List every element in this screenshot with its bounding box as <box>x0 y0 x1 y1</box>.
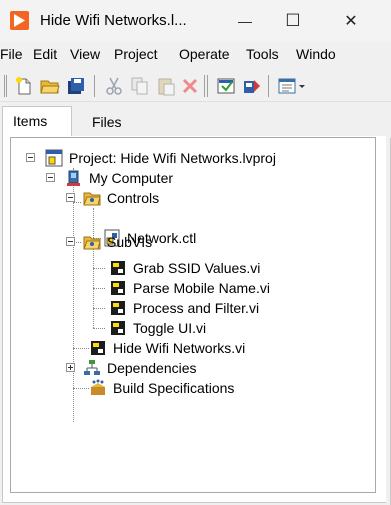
toolbar <box>0 68 391 102</box>
tab-strip: Items Files <box>0 102 391 139</box>
title-bar[interactable]: Hide Wifi Networks.l... — ☐ ✕ <box>0 0 391 42</box>
vi-file-icon <box>109 259 127 277</box>
menu-operate[interactable]: Operate <box>179 46 230 62</box>
tree-item-parse-mobile[interactable]: Parse Mobile Name.vi <box>109 278 270 298</box>
build-icon[interactable] <box>216 76 236 96</box>
tree-item-label: My Computer <box>89 170 174 186</box>
tree-item-label: Dependencies <box>107 360 197 376</box>
tree-line <box>93 308 105 309</box>
view-dropdown-icon[interactable] <box>278 76 306 96</box>
toolbar-separator <box>204 75 208 97</box>
build-specifications-icon <box>89 379 107 397</box>
close-button[interactable]: ✕ <box>328 0 374 42</box>
tree-item-build-specs[interactable]: Build Specifications <box>89 378 234 398</box>
menu-edit[interactable]: Edit <box>33 46 57 62</box>
dependencies-icon <box>83 359 101 377</box>
menu-file[interactable]: File <box>0 46 23 62</box>
vi-file-icon <box>109 319 127 337</box>
project-tree[interactable]: Project: Hide Wifi Networks.lvproj My Co… <box>10 137 376 493</box>
tree-item-subvis[interactable]: SubVIs <box>83 232 152 252</box>
vi-file-icon <box>89 339 107 357</box>
tree-item-label: Build Specifications <box>113 380 235 396</box>
tree-item-project[interactable]: Project: Hide Wifi Networks.lvproj <box>45 148 276 168</box>
tree-line <box>73 180 74 422</box>
cut-icon[interactable] <box>104 76 124 96</box>
menu-view[interactable]: View <box>70 46 100 62</box>
tree-line <box>73 202 81 203</box>
tree-item-toggle-ui[interactable]: Toggle UI.vi <box>109 318 206 338</box>
tree-line <box>93 328 105 329</box>
copy-icon[interactable] <box>130 76 150 96</box>
tree-line <box>93 268 105 269</box>
toolbar-grip[interactable] <box>4 75 7 97</box>
tree-item-process-filter[interactable]: Process and Filter.vi <box>109 298 259 318</box>
tree-item-label: Hide Wifi Networks.vi <box>113 340 246 356</box>
maximize-button[interactable]: ☐ <box>270 0 316 42</box>
project-explorer-window: Hide Wifi Networks.l... — ☐ ✕ File Edit … <box>0 0 391 505</box>
collapse-project-icon[interactable] <box>26 153 35 162</box>
tab-files-label: Files <box>92 114 122 130</box>
vi-file-icon <box>109 279 127 297</box>
menu-project[interactable]: Project <box>114 46 158 62</box>
minimize-button[interactable]: — <box>222 0 268 42</box>
tree-item-hide-wifi-vi[interactable]: Hide Wifi Networks.vi <box>89 338 245 358</box>
tree-item-dependencies[interactable]: Dependencies <box>83 358 197 378</box>
maximize-icon: ☐ <box>285 11 301 30</box>
labview-app-icon <box>10 11 29 30</box>
tab-items-label: Items <box>13 113 48 129</box>
tab-items[interactable]: Items <box>2 106 72 139</box>
expand-dependencies-icon[interactable] <box>66 363 75 372</box>
tree-line <box>93 288 105 289</box>
save-all-icon[interactable] <box>66 76 86 96</box>
deploy-icon[interactable] <box>242 76 262 96</box>
tree-item-label: Project: Hide Wifi Networks.lvproj <box>69 150 276 166</box>
tree-item-label: Grab SSID Values.vi <box>133 260 261 276</box>
collapse-subvis-icon[interactable] <box>66 237 75 246</box>
tree-line <box>73 348 89 349</box>
computer-icon <box>65 169 83 187</box>
menu-tools[interactable]: Tools <box>246 46 279 62</box>
paste-icon[interactable] <box>156 76 176 96</box>
new-icon[interactable] <box>14 76 34 96</box>
vi-file-icon <box>109 299 127 317</box>
toolbar-separator <box>94 75 95 97</box>
window-title: Hide Wifi Networks.l... <box>40 12 187 29</box>
minimize-icon: — <box>238 13 252 29</box>
tree-item-label: Toggle UI.vi <box>133 320 207 336</box>
tree-item-grab-ssid[interactable]: Grab SSID Values.vi <box>109 258 260 278</box>
collapse-controls-icon[interactable] <box>66 193 75 202</box>
menu-window[interactable]: Windo <box>296 46 336 62</box>
folder-icon <box>83 233 101 251</box>
tree-item-my-computer[interactable]: My Computer <box>65 168 173 188</box>
delete-icon[interactable] <box>180 76 200 96</box>
tree-item-label: SubVIs <box>107 234 153 250</box>
toolbar-separator <box>268 75 269 97</box>
project-file-icon <box>45 149 63 167</box>
tree-item-controls[interactable]: Controls <box>83 188 159 208</box>
folder-icon <box>83 189 101 207</box>
tree-line <box>73 388 89 389</box>
tab-files[interactable]: Files <box>82 108 132 138</box>
tree-item-label: Parse Mobile Name.vi <box>133 280 270 296</box>
tree-item-label: Process and Filter.vi <box>133 300 260 316</box>
tree-item-label: Controls <box>107 190 160 206</box>
close-icon: ✕ <box>344 13 358 30</box>
open-icon[interactable] <box>40 76 60 96</box>
collapse-my-computer-icon[interactable] <box>46 173 55 182</box>
menu-bar: File Edit View Project Operate Tools Win… <box>0 42 391 68</box>
